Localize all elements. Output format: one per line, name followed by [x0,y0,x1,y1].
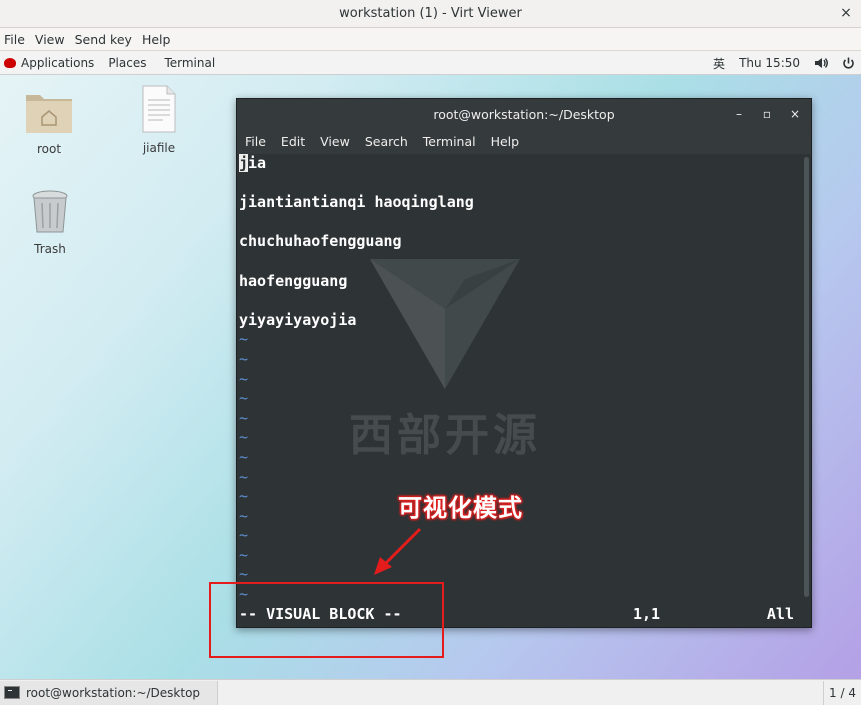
desktop-icon-label: root [36,142,62,156]
window-title: workstation (1) - Virt Viewer [339,6,522,21]
input-method-indicator[interactable]: 英 [713,55,725,72]
buffer-line: jiantiantianqi haoqinglang [239,193,474,212]
terminal-menu-terminal[interactable]: Terminal [423,134,476,149]
terminal-window[interactable]: root@workstation:~/Desktop – ▫ × File Ed… [236,98,812,628]
gnome-taskbar: root@workstation:~/Desktop 1 / 4 [0,679,861,705]
tilde-line: ~ [239,369,249,388]
tilde-line: ~ [239,467,249,486]
tilde-line: ~ [239,428,249,447]
terminal-menu-file[interactable]: File [245,134,266,149]
terminal-menu-edit[interactable]: Edit [281,134,305,149]
viewer-titlebar: workstation (1) - Virt Viewer × [0,0,861,28]
cursor-position: 1,1 [633,605,661,623]
annotation-highlight-box [209,582,444,658]
terminal-menubar: File Edit View Search Terminal Help [237,129,811,154]
buffer-line: chuchuhaofengguang [239,232,402,251]
close-icon[interactable]: × [789,107,801,121]
terminal-menu-search[interactable]: Search [365,134,408,149]
menu-help[interactable]: Help [140,32,179,47]
guest-desktop: Applications Places Terminal 英 Thu 15:50… [0,51,861,679]
window-controls: – ▫ × [733,99,801,129]
panel-status-area: 英 Thu 15:50 [713,51,855,75]
desktop-icon-root[interactable]: root [9,87,89,156]
buffer-line [239,174,803,194]
menu-view[interactable]: View [33,32,73,47]
text-cursor: j [239,154,249,172]
terminal-menu-help[interactable]: Help [491,134,520,149]
desktop-icon-trash[interactable]: Trash [10,189,90,256]
minimize-icon[interactable]: – [733,107,745,121]
menu-file[interactable]: File [2,32,33,47]
buffer-line [239,252,803,272]
buffer-line: haofengguang [239,271,348,290]
maximize-icon[interactable]: ▫ [761,107,773,121]
tilde-line: ~ [239,349,249,368]
volume-icon[interactable] [814,57,828,69]
applications-label: Applications [21,55,95,70]
desktop-icon-label: jiafile [142,141,176,155]
buffer-line [239,291,803,311]
scroll-indicator: All [766,605,794,623]
terminal-titlebar[interactable]: root@workstation:~/Desktop – ▫ × [237,99,811,129]
text-file-icon [142,85,176,133]
terminal-title: root@workstation:~/Desktop [433,106,615,122]
vim-buffer[interactable]: jia jiantiantianqi haoqinglang chuchuhao… [237,154,803,628]
close-icon[interactable]: × [837,4,855,22]
tilde-line: ~ [239,389,249,408]
empty-line-markers: ~ ~ ~ ~ ~ ~ ~ ~ ~ ~ ~ ~ ~ ~ [239,330,803,604]
taskbar-item-label: root@workstation:~/Desktop [26,685,201,700]
annotation-label: 可视化模式 [398,494,523,522]
tilde-line: ~ [239,330,249,349]
places-menu[interactable]: Places [108,56,146,70]
terminal-menu-view[interactable]: View [320,134,350,149]
tilde-line: ~ [239,408,249,427]
terminal-menu[interactable]: Terminal [164,56,215,70]
annotation-arrow-icon [374,527,422,575]
redhat-logo-icon [4,57,16,68]
terminal-scrollbar[interactable] [804,157,809,597]
tilde-line: ~ [239,447,249,466]
taskbar-item-terminal[interactable]: root@workstation:~/Desktop [0,680,218,705]
menu-send-key[interactable]: Send key [73,32,140,47]
power-icon[interactable] [842,57,855,70]
clock[interactable]: Thu 15:50 [739,56,800,70]
terminal-icon [4,686,20,699]
home-folder-icon [26,95,72,133]
applications-menu[interactable]: Applications [0,56,94,70]
workspace-pager[interactable]: 1 / 4 [823,681,861,705]
viewer-menubar: File View Send key Help [0,28,861,51]
desktop-icon-label: Trash [34,242,66,256]
buffer-line: jia [239,154,267,172]
trash-icon [32,190,68,233]
gnome-top-panel: Applications Places Terminal 英 Thu 15:50 [0,51,861,75]
buffer-line: yiyayiyayojia [239,310,357,329]
tilde-line: ~ [239,526,249,545]
buffer-line [239,213,803,233]
tilde-line: ~ [239,545,249,564]
desktop-icon-jiafile[interactable]: jiafile [119,84,199,155]
